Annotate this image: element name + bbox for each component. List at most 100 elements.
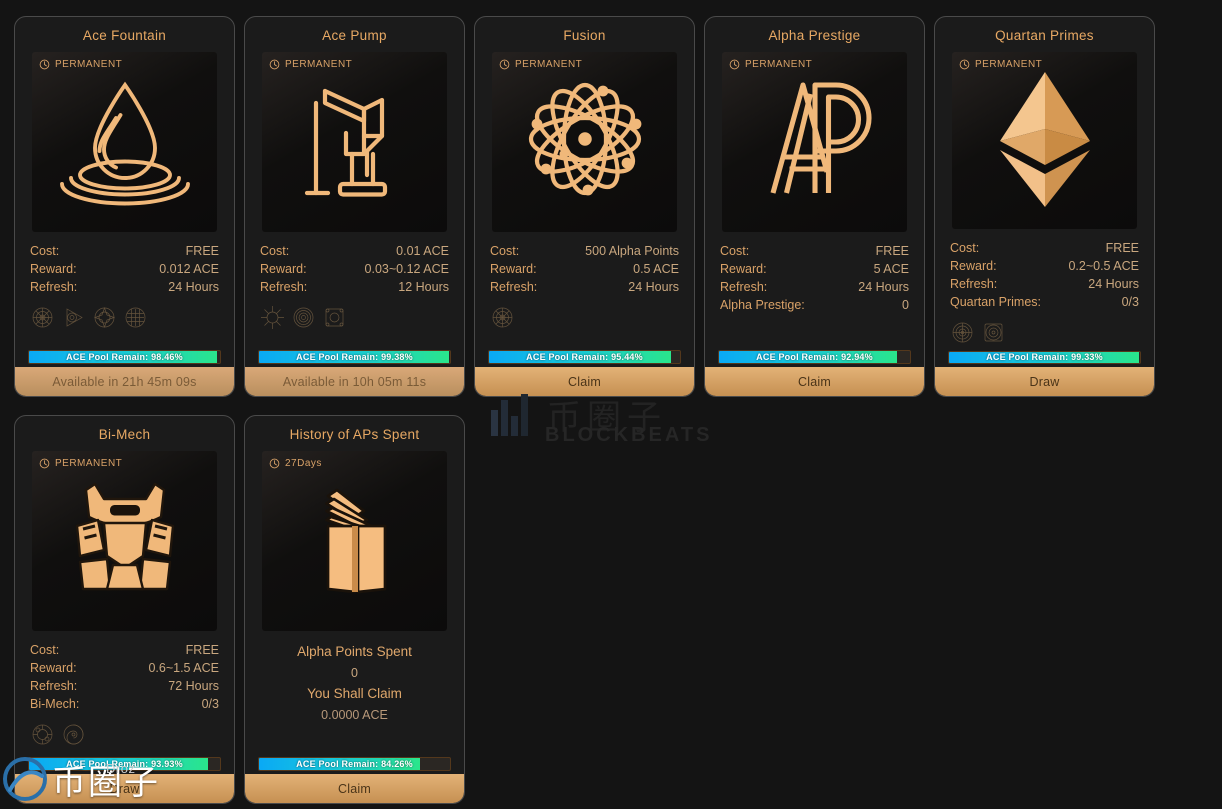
stat-value: 24 Hours	[858, 279, 909, 294]
emblem-square-icon[interactable]	[322, 305, 347, 330]
quest-card[interactable]: Ace Pump PERMANENT Cost: 0.01 ACE Reward: 0.0…	[244, 16, 465, 397]
stat-value: FREE	[185, 642, 219, 657]
stat-label: Refresh:	[30, 279, 78, 294]
card-title: Ace Pump	[322, 28, 387, 43]
history-card[interactable]: History of APs Spent 27Days Alpha Points S…	[244, 415, 465, 804]
card-title: History of APs Spent	[289, 427, 420, 442]
card-action-button[interactable]: Claim	[705, 367, 924, 396]
stat-row: Cost: FREE	[30, 242, 219, 260]
duration-badge: PERMANENT	[269, 59, 352, 70]
stat-label: Reward:	[30, 261, 77, 276]
card-title: Quartan Primes	[995, 28, 1094, 43]
stat-value: 0.03~0.12 ACE	[364, 261, 449, 276]
stat-label: Reward:	[720, 261, 767, 276]
card-artwork: 27Days	[262, 450, 447, 631]
ace-pool-progress: ACE Pool Remain: 99.33%	[948, 350, 1141, 365]
history-summary: Alpha Points Spent 0 You Shall Claim 0.0000…	[245, 631, 464, 725]
card-action-button[interactable]: Available in 10h 05m 11s	[245, 367, 464, 396]
stat-label: Cost:	[720, 243, 750, 258]
duration-badge-label: PERMANENT	[745, 58, 813, 70]
stat-label: Refresh:	[720, 279, 768, 294]
stat-label: Quartan Primes:	[950, 294, 1042, 309]
stat-label: Reward:	[30, 660, 77, 675]
ace-pool-label: ACE Pool Remain: 95.44%	[526, 352, 643, 362]
card-stats: Cost: FREE Reward: 0.6~1.5 ACE Refresh: 72 Ho…	[15, 631, 234, 713]
clock-icon	[39, 458, 50, 468]
quest-card[interactable]: Ace Fountain PERMANENT Cost: FREE Reward: 0.0…	[14, 16, 235, 397]
stat-label: Cost:	[30, 243, 60, 258]
ace-pool-label: ACE Pool Remain: 99.38%	[296, 352, 413, 362]
card-action-button[interactable]: Claim	[475, 367, 694, 396]
card-artwork: PERMANENT	[492, 51, 677, 232]
duration-badge-label: PERMANENT	[975, 58, 1043, 70]
stat-value: FREE	[1105, 240, 1139, 255]
card-artwork: PERMANENT	[952, 51, 1137, 229]
ace-pool-progress: ACE Pool Remain: 93.93%	[28, 757, 221, 771]
ace-pool-progress: ACE Pool Remain: 95.44%	[488, 350, 681, 364]
ace-pool-label: ACE Pool Remain: 99.33%	[986, 352, 1103, 363]
quest-card[interactable]: Alpha Prestige PERMANENT Cost: FREE Reward: 5…	[704, 16, 925, 397]
stat-value: 72 Hours	[168, 678, 219, 693]
quest-card[interactable]: Bi-Mech PERMANENT Cost: FREE Reward: 0.6~1.5 …	[14, 415, 235, 804]
stat-row: Reward: 0.03~0.12 ACE	[260, 260, 449, 278]
card-title: Alpha Prestige	[768, 28, 861, 43]
emblem-burst-icon[interactable]	[260, 305, 285, 330]
ace-pool-label: ACE Pool Remain: 84.26%	[296, 759, 413, 769]
quest-card-grid: Ace Fountain PERMANENT Cost: FREE Reward: 0.0…	[14, 16, 1208, 804]
emblem-spiral-icon[interactable]	[291, 305, 316, 330]
card-stats: Cost: 500 Alpha Points Reward: 0.5 ACE Refre…	[475, 232, 694, 296]
emblem-row	[245, 296, 464, 330]
stat-label: Alpha Prestige:	[720, 297, 805, 312]
clock-icon	[269, 59, 280, 69]
stat-value: 0/3	[201, 696, 219, 711]
mech-armor-icon	[50, 463, 200, 618]
stat-value: 0/3	[1121, 294, 1139, 309]
ace-pool-progress: ACE Pool Remain: 98.46%	[28, 350, 221, 364]
you-shall-claim-label: You Shall Claim	[307, 685, 402, 701]
card-action-button[interactable]: Claim	[245, 774, 464, 803]
ace-pool-progress: ACE Pool Remain: 99.38%	[258, 350, 451, 364]
duration-badge: PERMANENT	[959, 59, 1042, 70]
clock-icon	[729, 59, 740, 69]
stat-value: FREE	[875, 243, 909, 258]
emblem-triangle-icon[interactable]	[61, 305, 86, 330]
stat-row: Reward: 0.012 ACE	[30, 260, 219, 278]
duration-badge: PERMANENT	[499, 59, 582, 70]
emblem-gear-icon[interactable]	[490, 305, 515, 330]
card-title: Bi-Mech	[98, 427, 151, 442]
you-shall-claim-value: 0.0000 ACE	[321, 707, 388, 722]
card-stats: Cost: FREE Reward: 0.012 ACE Refresh: 24 Hour…	[15, 232, 234, 296]
stat-label: Cost:	[30, 642, 60, 657]
app-root: Ace Fountain PERMANENT Cost: FREE Reward: 0.0…	[0, 0, 1222, 809]
stat-label: Reward:	[950, 258, 997, 273]
emblem-row	[705, 314, 924, 328]
ace-pool-progress: ACE Pool Remain: 92.94%	[718, 350, 911, 364]
emblem-grid-icon[interactable]	[123, 305, 148, 330]
emblem-gear-icon[interactable]	[30, 305, 55, 330]
card-stats: Cost: FREE Reward: 5 ACE Refresh: 24 Hours Alp…	[705, 232, 924, 314]
ap-monogram-icon	[740, 64, 890, 219]
quest-card[interactable]: Fusion PERMANENT Cost: 500 Alpha Points Rewa…	[474, 16, 695, 397]
stat-label: Refresh:	[30, 678, 78, 693]
quest-card[interactable]: Quartan Primes PERMANENT Cost: FREE Reward: 0…	[934, 16, 1155, 397]
stat-row: Reward: 0.5 ACE	[490, 260, 679, 278]
emblem-row	[935, 311, 1154, 345]
emblem-radial-icon[interactable]	[950, 320, 975, 345]
card-action-button[interactable]: Draw	[15, 774, 234, 803]
stat-row: Refresh: 24 Hours	[490, 278, 679, 296]
alpha-points-spent-value: 0	[351, 665, 358, 680]
emblem-circuit-icon[interactable]	[30, 722, 55, 747]
stat-value: 5 ACE	[873, 261, 909, 276]
stat-value: 0.2~0.5 ACE	[1068, 258, 1139, 273]
stat-label: Reward:	[490, 261, 537, 276]
emblem-target-icon[interactable]	[981, 320, 1006, 345]
stat-row: Reward: 0.6~1.5 ACE	[30, 659, 219, 677]
card-action-button[interactable]: Available in 21h 45m 09s	[15, 367, 234, 396]
emblem-row	[15, 713, 234, 747]
emblem-shell-icon[interactable]	[61, 722, 86, 747]
stat-row: Refresh: 12 Hours	[260, 278, 449, 296]
stat-row: Cost: 0.01 ACE	[260, 242, 449, 260]
emblem-star-icon[interactable]	[92, 305, 117, 330]
card-action-button[interactable]: Draw	[935, 367, 1154, 396]
stat-value: 24 Hours	[168, 279, 219, 294]
